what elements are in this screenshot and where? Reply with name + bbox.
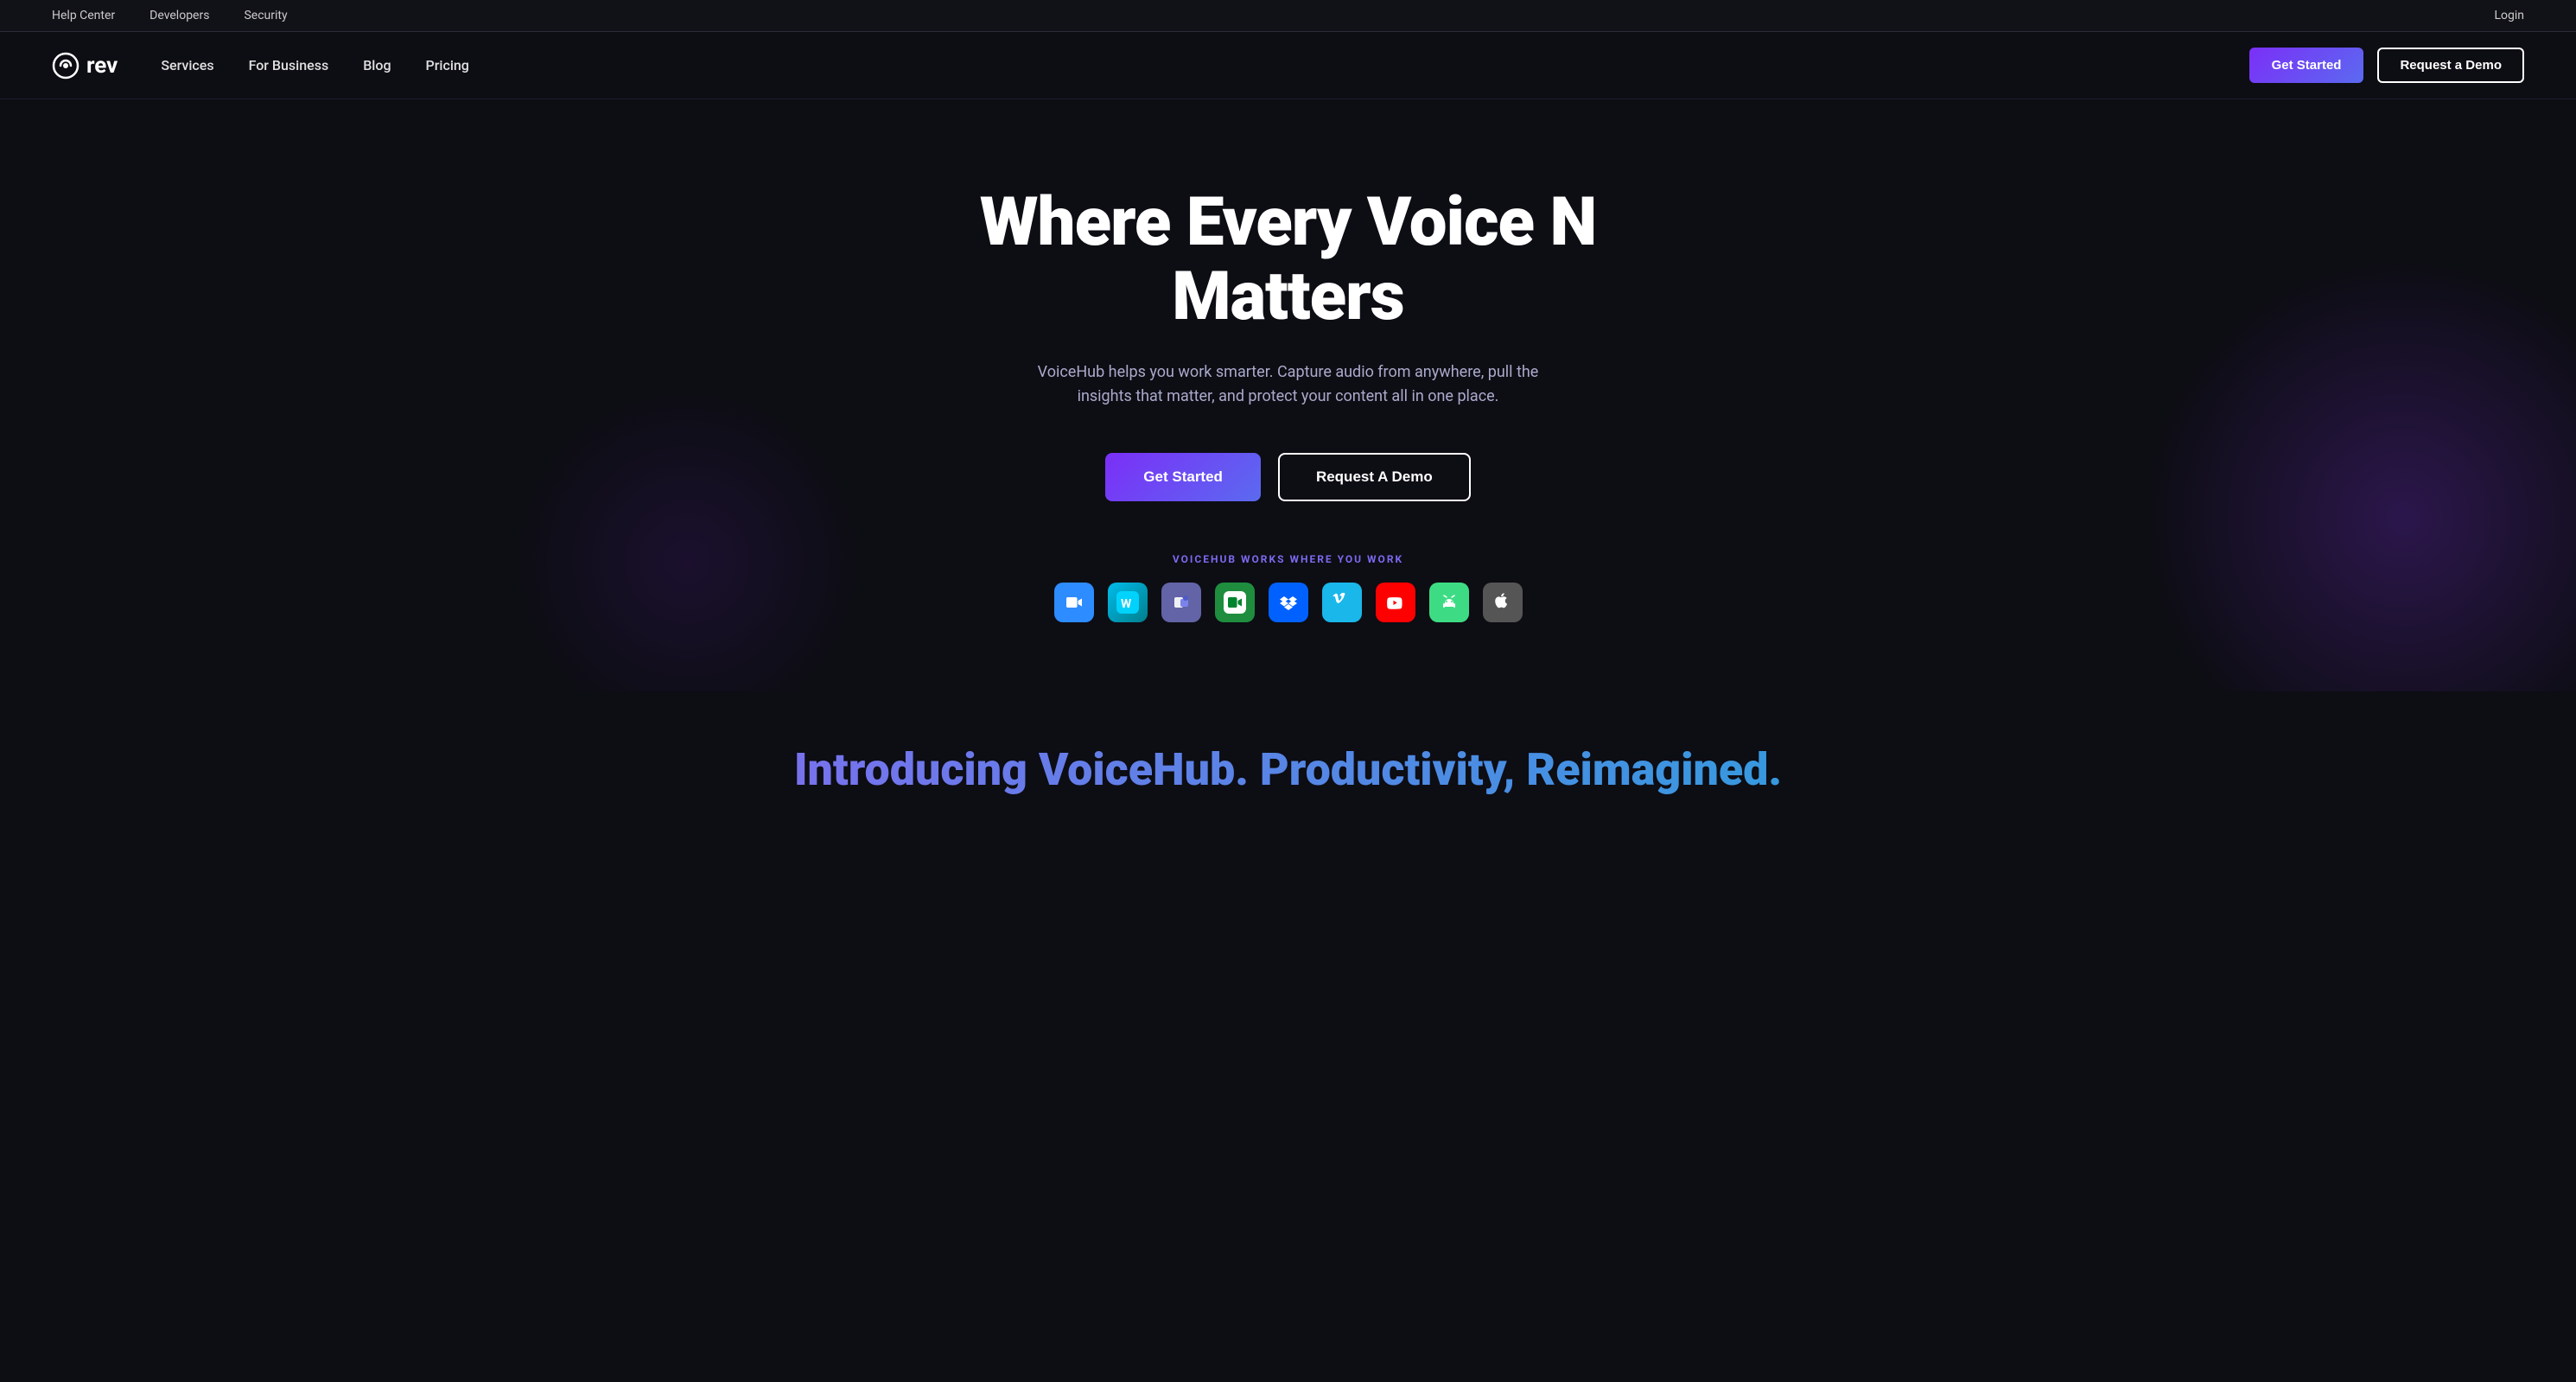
- nav-right: Get Started Request a Demo: [2249, 48, 2524, 83]
- main-nav: rev Services For Business Blog Pricing G…: [0, 32, 2576, 99]
- bottom-teaser-title: Introducing VoiceHub. Productivity, Reim…: [52, 743, 2524, 797]
- youtube-icon[interactable]: [1376, 583, 1415, 622]
- hero-request-demo-button[interactable]: Request A Demo: [1278, 453, 1471, 501]
- nav-request-demo-button[interactable]: Request a Demo: [2377, 48, 2524, 83]
- apple-icon[interactable]: [1483, 583, 1523, 622]
- integrations-icons: W: [52, 583, 2524, 622]
- logo-text: rev: [86, 53, 118, 79]
- hero-title: Where Every Voice N Matters: [856, 186, 1721, 334]
- integrations-label: VOICEHUB WORKS WHERE YOU WORK: [52, 553, 2524, 565]
- android-icon[interactable]: [1429, 583, 1469, 622]
- vimeo-icon[interactable]: [1322, 583, 1362, 622]
- nav-pricing[interactable]: Pricing: [426, 57, 469, 73]
- top-bar-help-center[interactable]: Help Center: [52, 9, 115, 22]
- top-bar-security[interactable]: Security: [244, 9, 287, 22]
- zoom-icon[interactable]: [1054, 583, 1094, 622]
- dropbox-icon[interactable]: [1269, 583, 1308, 622]
- nav-for-business[interactable]: For Business: [249, 57, 329, 73]
- nav-blog[interactable]: Blog: [363, 57, 391, 73]
- hero-section: Where Every Voice N Matters VoiceHub hel…: [0, 99, 2576, 691]
- hero-subtitle: VoiceHub helps you work smarter. Capture…: [1038, 360, 1539, 411]
- hero-cta: Get Started Request A Demo: [52, 453, 2524, 501]
- nav-links: Services For Business Blog Pricing: [161, 57, 469, 73]
- top-bar: Help Center Developers Security Login: [0, 0, 2576, 32]
- top-bar-developers[interactable]: Developers: [149, 9, 209, 22]
- nav-get-started-button[interactable]: Get Started: [2249, 48, 2364, 83]
- logo[interactable]: rev: [52, 52, 118, 80]
- teams-icon[interactable]: [1161, 583, 1201, 622]
- google-meet-icon[interactable]: [1215, 583, 1255, 622]
- nav-left: rev Services For Business Blog Pricing: [52, 52, 469, 80]
- nav-services[interactable]: Services: [161, 57, 213, 73]
- bottom-teaser: Introducing VoiceHub. Productivity, Reim…: [0, 691, 2576, 831]
- integrations: VOICEHUB WORKS WHERE YOU WORK: [52, 553, 2524, 622]
- webex-icon[interactable]: W: [1108, 583, 1148, 622]
- top-bar-login[interactable]: Login: [2494, 9, 2524, 22]
- rev-logo-icon: [52, 52, 80, 80]
- svg-text:W: W: [1121, 597, 1132, 611]
- hero-get-started-button[interactable]: Get Started: [1105, 453, 1261, 501]
- top-bar-links: Help Center Developers Security: [52, 9, 288, 22]
